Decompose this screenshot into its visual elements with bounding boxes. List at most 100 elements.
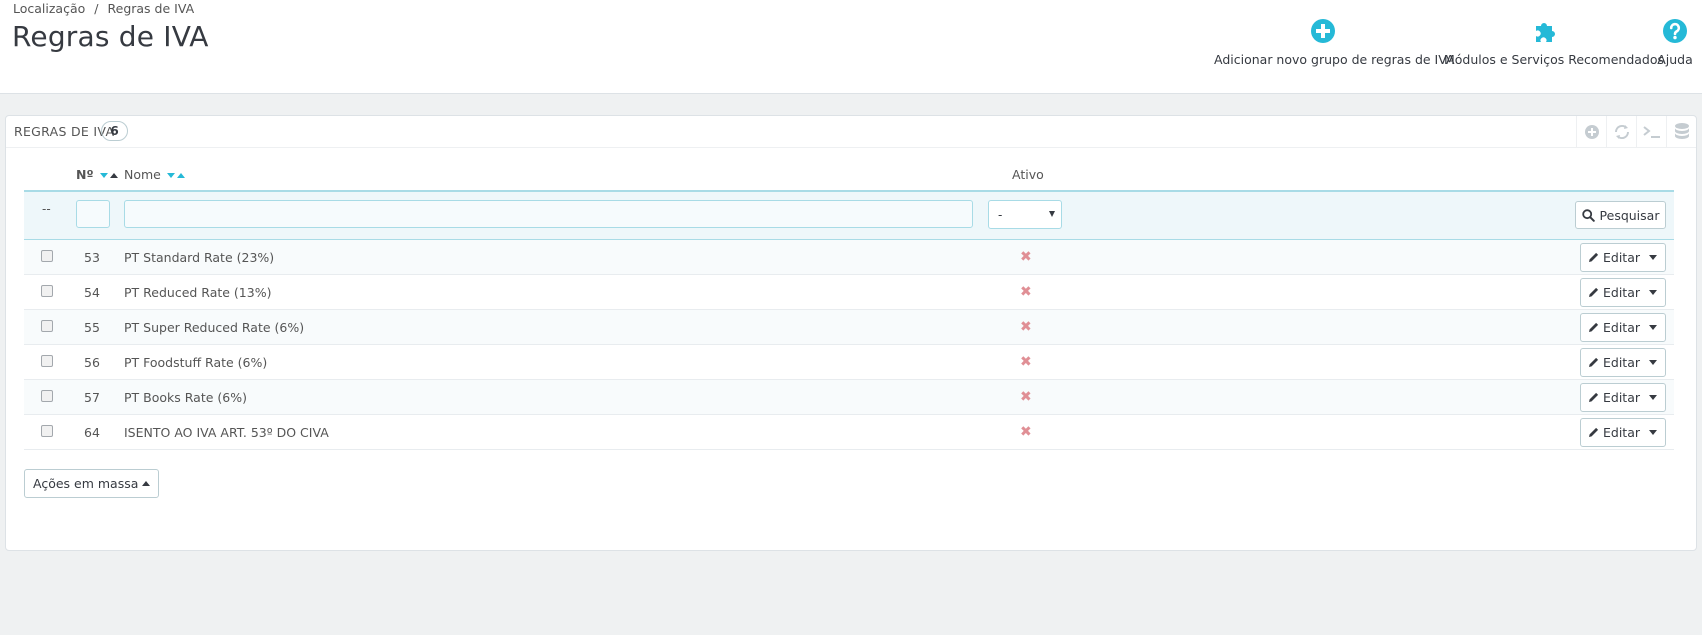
search-button-label: Pesquisar: [1599, 207, 1660, 223]
filter-id-input[interactable]: [76, 200, 110, 228]
search-icon: [1581, 208, 1595, 222]
column-header-active: Ativo: [1012, 167, 1044, 182]
recommended-modules-label: Módulos e Serviços Recomendados: [1444, 52, 1665, 67]
pencil-icon: [1589, 287, 1599, 297]
edit-button[interactable]: Editar: [1581, 314, 1640, 341]
breadcrumb: Localização / Regras de IVA: [13, 1, 194, 16]
filter-name-input[interactable]: [124, 200, 973, 228]
caret-down-icon: [1648, 360, 1657, 365]
caret-up-icon: [142, 481, 151, 486]
tax-rules-table: Nº Nome Ativo -- - Pesquisar 53 PT Stand…: [24, 158, 1674, 450]
add-new-tool[interactable]: [1576, 116, 1606, 148]
row-name: ISENTO AO IVA ART. 53º DO CIVA: [124, 425, 329, 440]
edit-dropdown-toggle[interactable]: [1640, 384, 1665, 411]
table-row: 55 PT Super Reduced Rate (6%) ✖ Editar: [24, 310, 1674, 345]
row-checkbox[interactable]: [41, 320, 53, 332]
bulk-actions-button[interactable]: Ações em massa: [24, 469, 160, 498]
caret-down-icon: [1648, 325, 1657, 330]
edit-button-label: Editar: [1603, 425, 1641, 440]
edit-button-label: Editar: [1603, 355, 1641, 370]
search-button[interactable]: Pesquisar: [1575, 201, 1666, 229]
breadcrumb-separator: /: [94, 1, 99, 16]
plus-circle-icon: [1311, 19, 1335, 43]
edit-button-label: Editar: [1603, 250, 1641, 265]
edit-dropdown-toggle[interactable]: [1640, 279, 1665, 306]
row-id: 55: [84, 320, 100, 335]
pencil-icon: [1589, 392, 1599, 402]
inactive-status-icon[interactable]: ✖: [1020, 284, 1032, 300]
terminal-icon: [1642, 126, 1660, 138]
edit-button-group: Editar: [1580, 313, 1666, 342]
row-id: 54: [84, 285, 100, 300]
count-badge: 6: [101, 121, 128, 141]
table-row: 64 ISENTO AO IVA ART. 53º DO CIVA ✖ Edit…: [24, 415, 1674, 450]
column-header-name-label: Nome: [124, 167, 161, 182]
add-icon: [1584, 125, 1599, 139]
filter-active-select[interactable]: -: [988, 200, 1062, 229]
caret-down-icon: [1648, 430, 1657, 435]
table-row: 56 PT Foodstuff Rate (6%) ✖ Editar: [24, 345, 1674, 380]
filter-dash: --: [42, 202, 51, 216]
sort-asc-icon[interactable]: [109, 173, 118, 178]
panel-heading: REGRAS DE IVA 6: [6, 116, 1696, 148]
refresh-tool[interactable]: [1606, 116, 1636, 148]
row-checkbox[interactable]: [41, 355, 53, 367]
inactive-status-icon[interactable]: ✖: [1020, 354, 1032, 370]
help-button[interactable]: Ajuda: [1654, 18, 1696, 74]
inactive-status-icon[interactable]: ✖: [1020, 319, 1032, 335]
puzzle-icon: [1536, 23, 1555, 42]
add-tax-rules-group-label: Adicionar novo grupo de regras de IVA: [1214, 52, 1455, 67]
row-id: 64: [84, 425, 100, 440]
inactive-status-icon[interactable]: ✖: [1020, 424, 1032, 440]
edit-button-label: Editar: [1603, 320, 1641, 335]
pencil-icon: [1589, 427, 1599, 437]
pencil-icon: [1589, 252, 1599, 262]
edit-dropdown-toggle[interactable]: [1640, 419, 1665, 446]
sql-query-tool[interactable]: [1636, 116, 1666, 148]
table-row: 54 PT Reduced Rate (13%) ✖ Editar: [24, 275, 1674, 310]
export-tool[interactable]: [1666, 116, 1696, 148]
page-header: Localização / Regras de IVA Regras de IVA …: [0, 0, 1702, 94]
row-checkbox[interactable]: [41, 425, 53, 437]
recommended-modules-button[interactable]: Módulos e Serviços Recomendados: [1444, 18, 1665, 74]
table-header-row: Nº Nome Ativo: [24, 158, 1674, 190]
row-name: PT Reduced Rate (13%): [124, 285, 272, 300]
row-id: 53: [84, 250, 100, 265]
edit-button[interactable]: Editar: [1581, 384, 1640, 411]
inactive-status-icon[interactable]: ✖: [1020, 389, 1032, 405]
inactive-status-icon[interactable]: ✖: [1020, 249, 1032, 265]
help-label: Ajuda: [1657, 52, 1693, 67]
column-header-id-label: Nº: [76, 167, 94, 182]
row-name: PT Foodstuff Rate (6%): [124, 355, 268, 370]
edit-dropdown-toggle[interactable]: [1640, 349, 1665, 376]
edit-button[interactable]: Editar: [1581, 279, 1640, 306]
edit-dropdown-toggle[interactable]: [1640, 314, 1665, 341]
select-caret-icon: [1049, 211, 1055, 217]
sort-desc-icon[interactable]: [166, 173, 175, 178]
pencil-icon: [1589, 357, 1599, 367]
edit-button[interactable]: Editar: [1581, 244, 1640, 271]
add-tax-rules-group-button[interactable]: Adicionar novo grupo de regras de IVA: [1214, 18, 1455, 74]
row-checkbox[interactable]: [41, 250, 53, 262]
row-name: PT Super Reduced Rate (6%): [124, 320, 305, 335]
sort-desc-icon[interactable]: [99, 173, 108, 178]
column-header-name: Nome: [124, 167, 185, 182]
caret-down-icon: [1648, 255, 1657, 260]
breadcrumb-current: Regras de IVA: [107, 1, 195, 16]
edit-button-group: Editar: [1580, 278, 1666, 307]
edit-button-group: Editar: [1580, 243, 1666, 272]
sort-asc-icon[interactable]: [176, 173, 185, 178]
bulk-actions-label: Ações em massa: [33, 476, 139, 491]
edit-dropdown-toggle[interactable]: [1640, 244, 1665, 271]
row-checkbox[interactable]: [41, 390, 53, 402]
panel-title: REGRAS DE IVA: [14, 124, 115, 139]
row-checkbox[interactable]: [41, 285, 53, 297]
filter-active-value: -: [998, 208, 1003, 222]
table-row: 53 PT Standard Rate (23%) ✖ Editar: [24, 240, 1674, 275]
edit-button[interactable]: Editar: [1581, 419, 1640, 446]
breadcrumb-parent-link[interactable]: Localização: [13, 1, 85, 16]
database-icon: [1674, 123, 1689, 139]
edit-button[interactable]: Editar: [1581, 349, 1640, 376]
row-name: PT Books Rate (6%): [124, 390, 247, 405]
caret-down-icon: [1648, 395, 1657, 400]
